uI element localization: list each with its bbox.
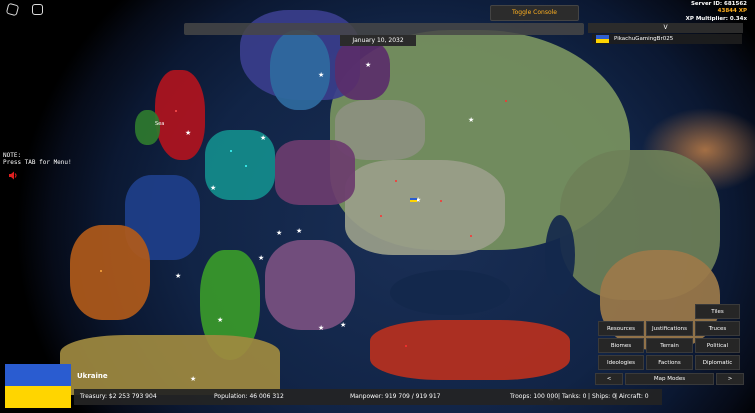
map-modes-label: Map Modes	[625, 373, 714, 385]
country-flag	[5, 364, 71, 408]
map-mode-truces-button[interactable]: Truces	[695, 321, 740, 336]
balkans-region[interactable]	[265, 240, 355, 330]
treasury-stat: Treasury: $2 253 793 904	[80, 393, 157, 400]
map-mode-factions-button[interactable]: Factions	[646, 355, 693, 370]
capital-star[interactable]: ★	[296, 228, 302, 235]
date-bar	[184, 23, 584, 35]
ships-stat: | Ships: 0	[588, 393, 616, 400]
map-mode-terrain-button[interactable]: Terrain	[646, 338, 693, 353]
uk-region[interactable]	[155, 70, 205, 160]
capital-star[interactable]: ★	[217, 317, 223, 324]
capital-star[interactable]: ★	[468, 117, 474, 124]
chat-icon[interactable]	[32, 4, 43, 15]
city-dot	[175, 110, 177, 112]
capital-star[interactable]: ★	[260, 135, 266, 142]
server-info: Server ID: 681562 43844 XP XP Multiplier…	[686, 1, 747, 23]
menu-note: NOTE: Press TAB for Menu!	[3, 152, 72, 166]
city-dot	[380, 215, 382, 217]
population-stat: Population: 46 006 312	[214, 393, 284, 400]
xp-multiplier: XP Multiplier: 0.34x	[685, 15, 747, 22]
tanks-stat: | Tanks: 0	[558, 393, 587, 400]
city-dot	[470, 235, 472, 237]
xp-value: 43844 XP	[717, 8, 747, 15]
player-name: PikachuGamingBr025	[614, 36, 674, 42]
troops-stat: Troops: 100 000	[510, 393, 559, 400]
black-sea	[390, 270, 510, 315]
speaker-icon[interactable]	[8, 171, 18, 180]
north-africa-region[interactable]	[60, 335, 280, 395]
map-mode-biomes-button[interactable]: Biomes	[598, 338, 644, 353]
player-flag-icon	[596, 35, 609, 43]
capital-star[interactable]: ★	[190, 376, 196, 383]
turkey-region[interactable]	[370, 320, 570, 380]
map-mode-resources-button[interactable]: Resources	[598, 321, 644, 336]
manpower-stat: Manpower: 919 709 / 919 917	[350, 393, 441, 400]
map-mode-diplomatic-button[interactable]: Diplomatic	[695, 355, 740, 370]
capital-star[interactable]: ★	[210, 185, 216, 192]
toggle-console-button[interactable]: Toggle Console	[490, 5, 579, 21]
ukraine-region[interactable]	[345, 160, 505, 255]
capital-flag-icon[interactable]	[410, 198, 417, 202]
player-list-dropdown[interactable]: V	[588, 23, 743, 33]
stats-bar: Treasury: $2 253 793 904 Population: 46 …	[74, 389, 662, 405]
capital-star[interactable]: ★	[185, 130, 191, 137]
city-dot	[230, 150, 232, 152]
city-dot	[245, 165, 247, 167]
tanks-value: Tanks: 0	[561, 393, 587, 400]
capital-star[interactable]: ★	[318, 325, 324, 332]
capital-star[interactable]: ★	[276, 230, 282, 237]
ireland-region[interactable]	[135, 110, 160, 145]
map-mode-next-button[interactable]: >	[716, 373, 744, 385]
map-mode-political-button[interactable]: Political	[695, 338, 740, 353]
game-date: January 10, 2032	[340, 35, 416, 46]
norway-region[interactable]	[270, 30, 330, 110]
ships-value: Ships: 0	[591, 393, 616, 400]
player-list-item[interactable]: PikachuGamingBr025	[592, 34, 742, 44]
country-name: Ukraine	[77, 372, 108, 380]
caspian-sea	[545, 215, 575, 295]
city-dot	[100, 270, 102, 272]
capital-star[interactable]: ★	[340, 322, 346, 329]
map-mode-ideologies-button[interactable]: Ideologies	[598, 355, 644, 370]
baltic-region[interactable]	[335, 40, 390, 100]
map-mode-tiles-button[interactable]: Tiles	[695, 304, 740, 319]
spain-region[interactable]	[70, 225, 150, 320]
city-dot	[505, 100, 507, 102]
aircraft-value: Aircraft: 0	[618, 393, 649, 400]
city-dot	[395, 180, 397, 182]
server-id: Server ID: 681562	[690, 1, 747, 7]
sea-label: Sea	[155, 121, 165, 127]
capital-star[interactable]: ★	[318, 72, 324, 79]
aircraft-stat: | Aircraft: 0	[615, 393, 649, 400]
capital-star[interactable]: ★	[175, 273, 181, 280]
map-mode-prev-button[interactable]: <	[595, 373, 623, 385]
poland-region[interactable]	[275, 140, 355, 205]
map-mode-justifications-button[interactable]: Justifications	[646, 321, 693, 336]
capital-star[interactable]: ★	[258, 255, 264, 262]
city-dot	[440, 200, 442, 202]
city-dot	[405, 345, 407, 347]
capital-star[interactable]: ★	[365, 62, 371, 69]
